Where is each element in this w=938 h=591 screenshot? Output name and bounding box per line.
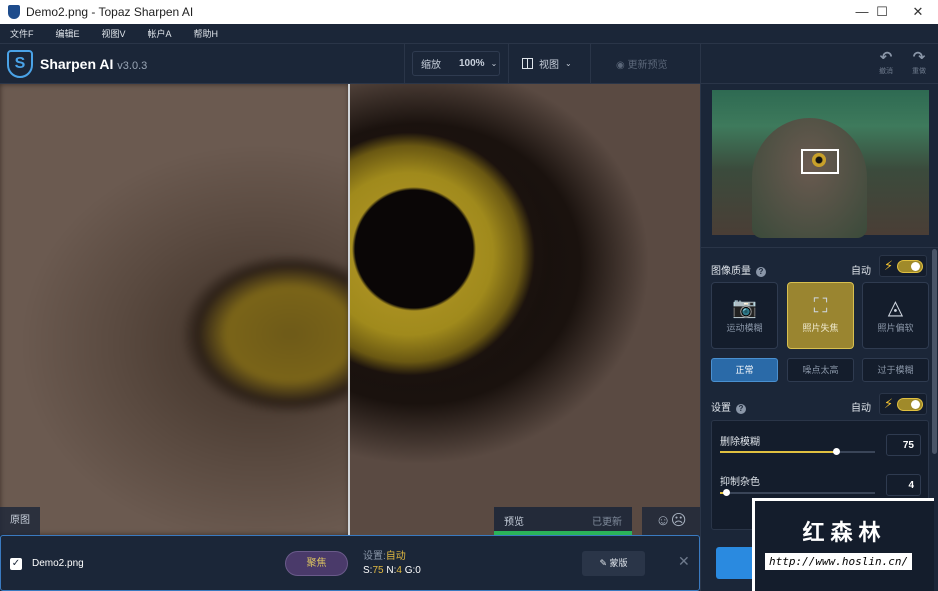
file-settings-summary: 设置:自动 S:75 N:4 G:0 — [363, 551, 421, 576]
level-noisy[interactable]: 噪点太高 — [787, 358, 854, 382]
mode-motion-blur[interactable]: 📷 运动模糊 — [711, 282, 778, 349]
camera-shake-icon: 📷 — [732, 297, 757, 319]
remove-blur-value[interactable]: 75 — [886, 434, 921, 456]
preview-image — [349, 84, 700, 535]
remove-file-button[interactable]: ✕ — [678, 553, 690, 570]
feedback-buttons: ☺☹ — [642, 507, 700, 535]
settings-title: 设置? — [711, 399, 746, 414]
help-icon[interactable]: ? — [736, 404, 746, 414]
suppress-noise-value[interactable]: 4 — [886, 474, 921, 496]
smile-icon[interactable]: ☺ — [656, 512, 671, 529]
menu-account[interactable]: 帐户A — [148, 27, 172, 40]
view-button[interactable]: 视图 ⌄ — [522, 56, 572, 71]
chevron-down-icon: ⌄ — [565, 59, 572, 68]
toolbar: S Sharpen AI v3.0.3 缩放 100% ⌄ 视图 ⌄ ◉ 更新预览 ↶… — [0, 44, 938, 84]
redo-button[interactable]: ↷ 重做 — [908, 50, 930, 76]
split-view-icon — [522, 58, 533, 69]
lightning-icon: ⚡ — [884, 396, 894, 411]
preview-label: 预览 已更新 — [494, 507, 632, 535]
auto-label: 自动 — [851, 266, 871, 277]
app-logo-icon: S — [7, 50, 33, 78]
mode-too-soft[interactable]: ◬ 照片偏软 — [862, 282, 929, 349]
lightning-icon: ⚡ — [884, 258, 894, 273]
app-icon — [8, 5, 20, 19]
remove-blur-slider[interactable] — [720, 448, 875, 455]
settings-auto-toggle[interactable]: ⚡ — [879, 393, 927, 415]
eye-icon: ◉ — [616, 60, 625, 71]
maximize-button[interactable]: ☐ — [862, 0, 902, 24]
level-very-blurry[interactable]: 过于模糊 — [862, 358, 929, 382]
window-title: Demo2.png - Topaz Sharpen AI — [26, 5, 194, 19]
help-icon[interactable]: ? — [756, 267, 766, 277]
close-window-button[interactable]: ✕ — [898, 0, 938, 24]
watermark-url: http://www.hoslin.cn/ — [765, 553, 913, 570]
app-name: Sharpen AI v3.0.3 — [40, 56, 148, 72]
neutral-face-icon[interactable]: ☹ — [671, 512, 687, 529]
redo-icon: ↷ — [912, 49, 926, 66]
menu-edit[interactable]: 编辑E — [56, 27, 80, 40]
menu-view[interactable]: 视图V — [102, 27, 126, 40]
menu-file[interactable]: 文件F — [10, 27, 34, 40]
menu-help[interactable]: 帮助H — [194, 27, 219, 40]
original-label: 原图 — [0, 507, 40, 535]
navigator-thumbnail[interactable] — [712, 90, 929, 238]
navigator-viewport-box[interactable] — [801, 149, 839, 174]
suppress-noise-slider[interactable] — [720, 489, 875, 496]
file-bar: ✓ Demo2.png 聚焦 设置:自动 S:75 N:4 G:0 ✎ 蒙版 ✕ — [0, 535, 700, 591]
suppress-noise-label: 抑制杂色 — [720, 477, 760, 488]
zoom-select[interactable]: 缩放 100% ⌄ — [412, 51, 500, 76]
mode-badge[interactable]: 聚焦 — [285, 551, 348, 576]
undo-button[interactable]: ↶ 撤消 — [875, 50, 897, 76]
focus-person-icon: ⛶ — [813, 295, 828, 317]
panel-scrollbar[interactable] — [932, 249, 937, 454]
watermark: 红森林 http://www.hoslin.cn/ — [752, 498, 934, 591]
title-bar: Demo2.png - Topaz Sharpen AI — ☐ ✕ — [0, 0, 938, 24]
watermark-title: 红森林 — [802, 520, 887, 545]
file-name: Demo2.png — [32, 558, 84, 569]
level-normal[interactable]: 正常 — [711, 358, 778, 382]
image-viewer[interactable]: 原图 预览 已更新 ☺☹ — [0, 84, 700, 535]
auto-label: 自动 — [851, 403, 871, 414]
file-checkbox[interactable]: ✓ — [10, 558, 22, 570]
chevron-down-icon: ⌄ — [490, 59, 498, 68]
brush-icon: ✎ — [599, 558, 607, 568]
image-quality-title: 图像质量? — [711, 262, 766, 277]
original-image — [0, 84, 349, 535]
mask-button[interactable]: ✎ 蒙版 — [582, 551, 645, 576]
split-divider-handle[interactable] — [348, 84, 350, 535]
undo-icon: ↶ — [879, 49, 893, 66]
prism-icon: ◬ — [887, 297, 904, 319]
update-preview-button[interactable]: ◉ 更新预览 — [616, 56, 668, 71]
quality-auto-toggle[interactable]: ⚡ — [879, 255, 927, 277]
menu-bar: 文件F 编辑E 视图V 帐户A 帮助H — [0, 24, 938, 44]
mode-out-of-focus[interactable]: ⛶ 照片失焦 — [787, 282, 854, 349]
remove-blur-label: 删除模糊 — [720, 437, 760, 448]
